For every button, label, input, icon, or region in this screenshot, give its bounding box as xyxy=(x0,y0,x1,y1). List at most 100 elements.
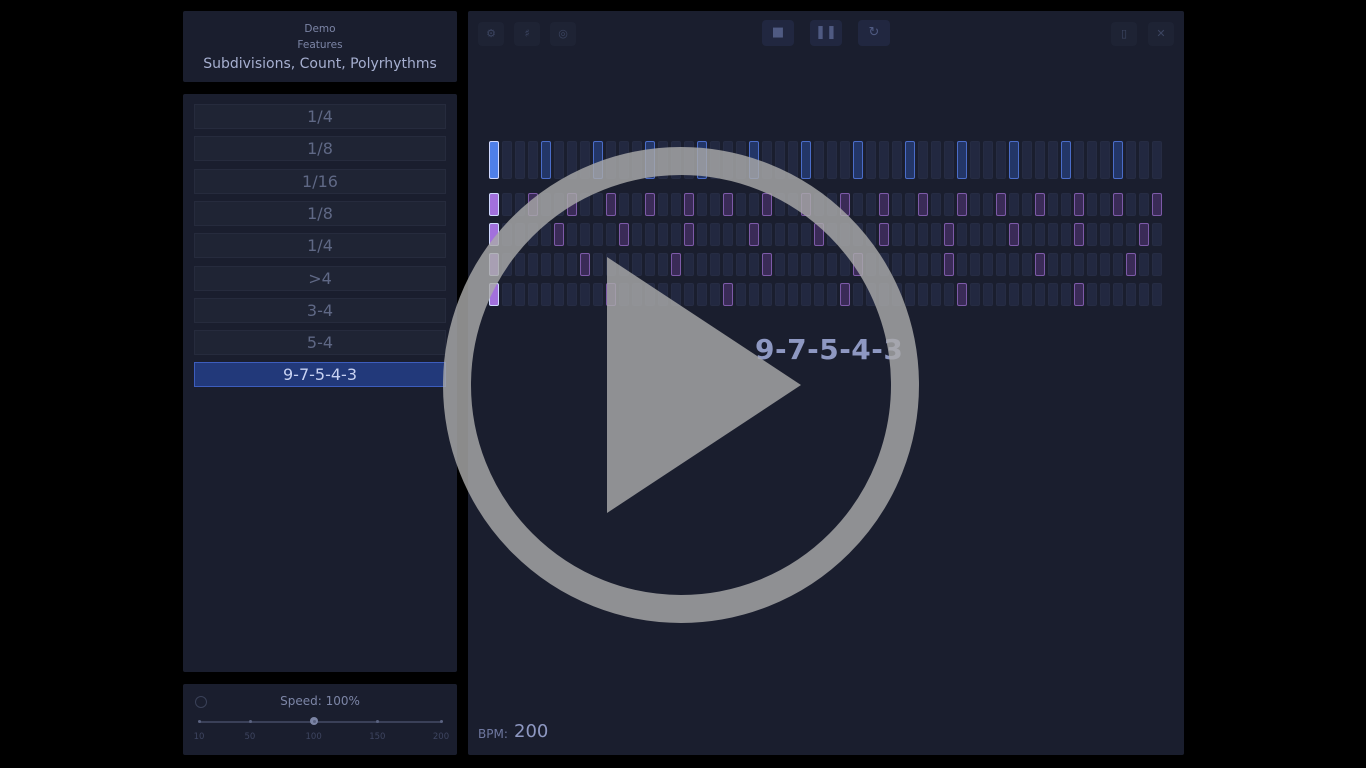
beat-cell[interactable] xyxy=(1152,223,1162,246)
beat-cell-accent[interactable] xyxy=(957,283,967,306)
beat-cell-accent[interactable] xyxy=(1074,223,1084,246)
beat-cell[interactable] xyxy=(918,253,928,276)
beat-cell[interactable] xyxy=(944,283,954,306)
beat-cell[interactable] xyxy=(1139,193,1149,216)
beat-cell[interactable] xyxy=(1074,253,1084,276)
beat-cell[interactable] xyxy=(970,253,980,276)
preset-item[interactable]: 1/8 xyxy=(194,136,446,162)
beat-cell-accent[interactable] xyxy=(957,141,967,179)
beat-cell[interactable] xyxy=(1087,253,1097,276)
beat-cell-accent[interactable] xyxy=(1061,141,1071,179)
beat-cell-accent[interactable] xyxy=(1113,193,1123,216)
preset-item[interactable]: 1/4 xyxy=(194,233,446,259)
beat-cell[interactable] xyxy=(1126,141,1136,179)
beat-cell[interactable] xyxy=(1113,253,1123,276)
preset-item[interactable]: 1/8 xyxy=(194,200,446,226)
beat-cell-accent[interactable] xyxy=(1139,223,1149,246)
beat-cell[interactable] xyxy=(1139,253,1149,276)
beat-cell[interactable] xyxy=(931,223,941,246)
preset-item[interactable]: 1/4 xyxy=(194,104,446,129)
beat-cell[interactable] xyxy=(1126,223,1136,246)
beat-cell[interactable] xyxy=(1100,283,1110,306)
beat-cell[interactable] xyxy=(996,223,1006,246)
beat-cell[interactable] xyxy=(1100,253,1110,276)
beat-cell[interactable] xyxy=(983,223,993,246)
beat-cell[interactable] xyxy=(970,193,980,216)
beat-cell-accent[interactable] xyxy=(1009,223,1019,246)
beat-cell[interactable] xyxy=(918,283,928,306)
preset-item[interactable]: 1/16 xyxy=(194,168,446,194)
beat-cell[interactable] xyxy=(1061,253,1071,276)
beat-cell[interactable] xyxy=(1009,193,1019,216)
play-overlay-icon[interactable] xyxy=(443,147,919,623)
beat-cell[interactable] xyxy=(983,141,993,179)
beat-cell[interactable] xyxy=(1152,283,1162,306)
beat-cell[interactable] xyxy=(931,283,941,306)
beat-cell-accent[interactable] xyxy=(1074,193,1084,216)
beat-cell[interactable] xyxy=(957,253,967,276)
beat-cell[interactable] xyxy=(1048,193,1058,216)
beat-cell[interactable] xyxy=(1061,193,1071,216)
beat-cell-accent[interactable] xyxy=(1009,141,1019,179)
beat-cell[interactable] xyxy=(1061,223,1071,246)
beat-cell-accent[interactable] xyxy=(996,193,1006,216)
beat-cell[interactable] xyxy=(996,283,1006,306)
beat-cell-accent[interactable] xyxy=(1035,253,1045,276)
beat-cell[interactable] xyxy=(1048,141,1058,179)
preset-item[interactable]: 9-7-5-4-3 xyxy=(194,362,446,388)
beat-cell[interactable] xyxy=(1139,283,1149,306)
beat-cell[interactable] xyxy=(1035,223,1045,246)
beat-cell[interactable] xyxy=(944,193,954,216)
beat-cell[interactable] xyxy=(918,141,928,179)
beat-cell[interactable] xyxy=(1113,283,1123,306)
beat-cell-accent[interactable] xyxy=(1074,283,1084,306)
beat-cell-accent[interactable] xyxy=(944,253,954,276)
beat-cell[interactable] xyxy=(1152,253,1162,276)
beat-cell[interactable] xyxy=(996,253,1006,276)
beat-cell[interactable] xyxy=(1087,283,1097,306)
beat-cell[interactable] xyxy=(931,193,941,216)
preset-item[interactable]: >4 xyxy=(194,265,446,291)
beat-cell-accent[interactable] xyxy=(1152,193,1162,216)
beat-cell-accent[interactable] xyxy=(1113,141,1123,179)
beat-cell[interactable] xyxy=(1035,141,1045,179)
beat-cell[interactable] xyxy=(931,141,941,179)
beat-cell[interactable] xyxy=(996,141,1006,179)
beat-cell[interactable] xyxy=(1022,193,1032,216)
beat-cell[interactable] xyxy=(1113,223,1123,246)
beat-cell-accent[interactable] xyxy=(1126,253,1136,276)
beat-cell[interactable] xyxy=(931,253,941,276)
beat-cell[interactable] xyxy=(1061,283,1071,306)
beat-cell[interactable] xyxy=(1087,223,1097,246)
beat-cell[interactable] xyxy=(1009,283,1019,306)
beat-cell[interactable] xyxy=(1087,141,1097,179)
beat-cell[interactable] xyxy=(970,141,980,179)
beat-cell-accent[interactable] xyxy=(1035,193,1045,216)
beat-cell[interactable] xyxy=(970,223,980,246)
beat-cell-accent[interactable] xyxy=(918,193,928,216)
beat-cell[interactable] xyxy=(1048,223,1058,246)
beat-cell[interactable] xyxy=(918,223,928,246)
bpm-value[interactable]: 200 xyxy=(514,721,548,742)
beat-cell[interactable] xyxy=(1035,283,1045,306)
beat-cell[interactable] xyxy=(1022,253,1032,276)
beat-cell[interactable] xyxy=(1022,141,1032,179)
beat-cell[interactable] xyxy=(1022,283,1032,306)
beat-cell[interactable] xyxy=(1074,141,1084,179)
beat-cell[interactable] xyxy=(1152,141,1162,179)
beat-cell[interactable] xyxy=(1022,223,1032,246)
beat-cell[interactable] xyxy=(944,141,954,179)
beat-cell[interactable] xyxy=(970,283,980,306)
beat-cell[interactable] xyxy=(1126,283,1136,306)
beat-cell[interactable] xyxy=(957,223,967,246)
beat-cell[interactable] xyxy=(1048,283,1058,306)
beat-cell[interactable] xyxy=(983,253,993,276)
beat-cell[interactable] xyxy=(1126,193,1136,216)
preset-item[interactable]: 3-4 xyxy=(194,297,446,323)
beat-cell[interactable] xyxy=(1048,253,1058,276)
beat-cell[interactable] xyxy=(1087,193,1097,216)
preset-item[interactable]: 5-4 xyxy=(194,330,446,356)
beat-cell[interactable] xyxy=(983,283,993,306)
beat-cell[interactable] xyxy=(1139,141,1149,179)
beat-cell[interactable] xyxy=(983,193,993,216)
